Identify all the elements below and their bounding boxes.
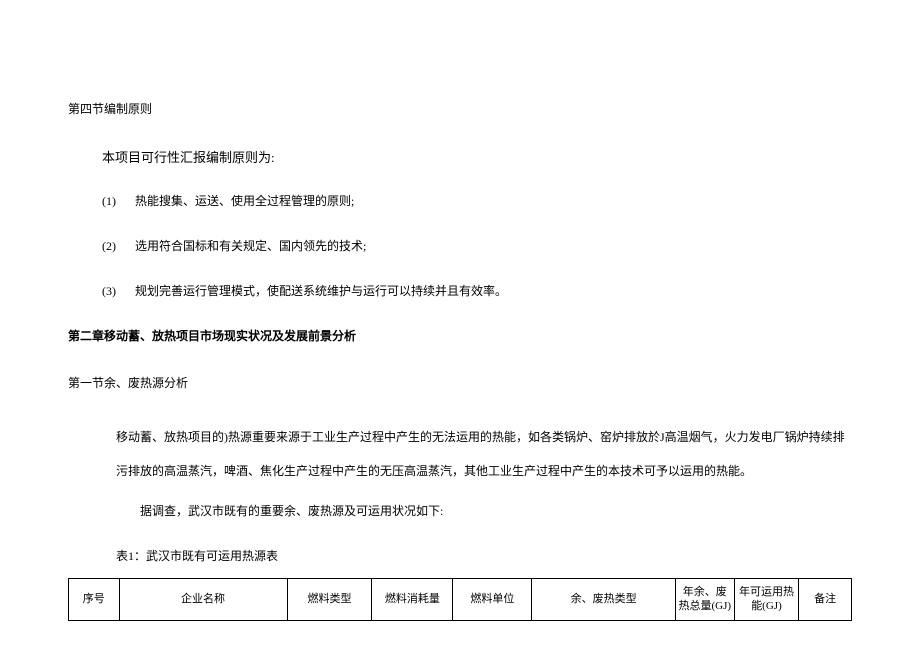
- col-fuel-consumption: 燃料消耗量: [372, 579, 453, 621]
- list-item: (2) 选用符合国标和有关规定、国内领先的技术;: [68, 237, 852, 254]
- survey-line: 据调查，武汉市既有的重要余、废热源及可运用状况如下:: [68, 502, 852, 519]
- analysis-paragraph: 移动蓄、放热项目的)热源重要来源于工业生产过程中产生的无法运用的热能，如各类锅炉…: [68, 421, 852, 488]
- item-text: 热能搜集、运送、使用全过程管理的原则;: [135, 194, 354, 208]
- col-waste-heat-type: 余、废热类型: [532, 579, 676, 621]
- item-text: 选用符合国标和有关规定、国内领先的技术;: [135, 239, 366, 253]
- col-annual-waste-heat: 年余、废热总量(GJ): [675, 579, 734, 621]
- col-company: 企业名称: [119, 579, 287, 621]
- col-seq: 序号: [69, 579, 120, 621]
- item-text: 规划完善运行管理模式，使配送系统维护与运行可以持续并且有效率。: [135, 284, 507, 298]
- section4-heading: 第四节编制原则: [68, 100, 852, 117]
- section1-heading: 第一节余、废热源分析: [68, 374, 852, 391]
- chapter2-heading: 第二章移动蓄、放热项目市场现实状况及发展前景分析: [68, 327, 852, 344]
- heat-source-table: 序号 企业名称 燃料类型 燃料消耗量 燃料单位 余、废热类型 年余、废热总量(G…: [68, 578, 852, 621]
- list-item: (1) 热能搜集、运送、使用全过程管理的原则;: [68, 192, 852, 209]
- col-usable-heat: 年可运用热能(GJ): [734, 579, 799, 621]
- item-number: (3): [102, 284, 132, 299]
- col-fuel-type: 燃料类型: [287, 579, 372, 621]
- col-remark: 备注: [799, 579, 852, 621]
- table-header-row: 序号 企业名称 燃料类型 燃料消耗量 燃料单位 余、废热类型 年余、废热总量(G…: [69, 579, 852, 621]
- item-number: (1): [102, 194, 132, 209]
- col-fuel-unit: 燃料单位: [453, 579, 532, 621]
- item-number: (2): [102, 239, 132, 254]
- table-caption: 表1：武汉市既有可运用热源表: [68, 547, 852, 564]
- list-item: (3) 规划完善运行管理模式，使配送系统维护与运行可以持续并且有效率。: [68, 282, 852, 299]
- section4-intro: 本项目可行性汇报编制原则为:: [68, 147, 852, 166]
